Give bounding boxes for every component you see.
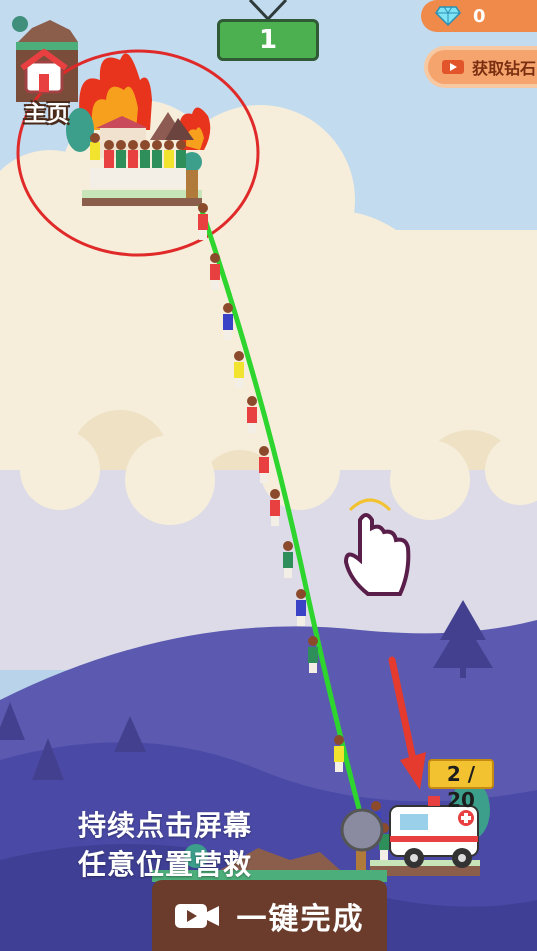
- get-diamond-label: 获取钻石: [472, 59, 537, 78]
- diamond-count: 0: [473, 5, 486, 27]
- get-diamond-button[interactable]: 获取钻石: [424, 46, 537, 88]
- finish-label: 一键完成: [236, 901, 365, 937]
- video-camera-icon: [442, 60, 464, 74]
- diamond-icon: [435, 6, 461, 27]
- diamond-counter: 0: [421, 0, 537, 32]
- instruction-line-2: 任意位置营救: [78, 848, 253, 881]
- instruction-line-1: 持续点击屏幕: [78, 809, 253, 842]
- level-indicator: 1: [217, 19, 319, 61]
- home-label[interactable]: 主页: [24, 96, 70, 128]
- rescue-counter: 2 / 20: [428, 759, 494, 812]
- video-camera-icon: [174, 903, 219, 928]
- instruction-text: 持续点击屏幕 任意位置营救: [78, 806, 252, 884]
- one-click-finish-button[interactable]: 一键完成: [152, 880, 387, 951]
